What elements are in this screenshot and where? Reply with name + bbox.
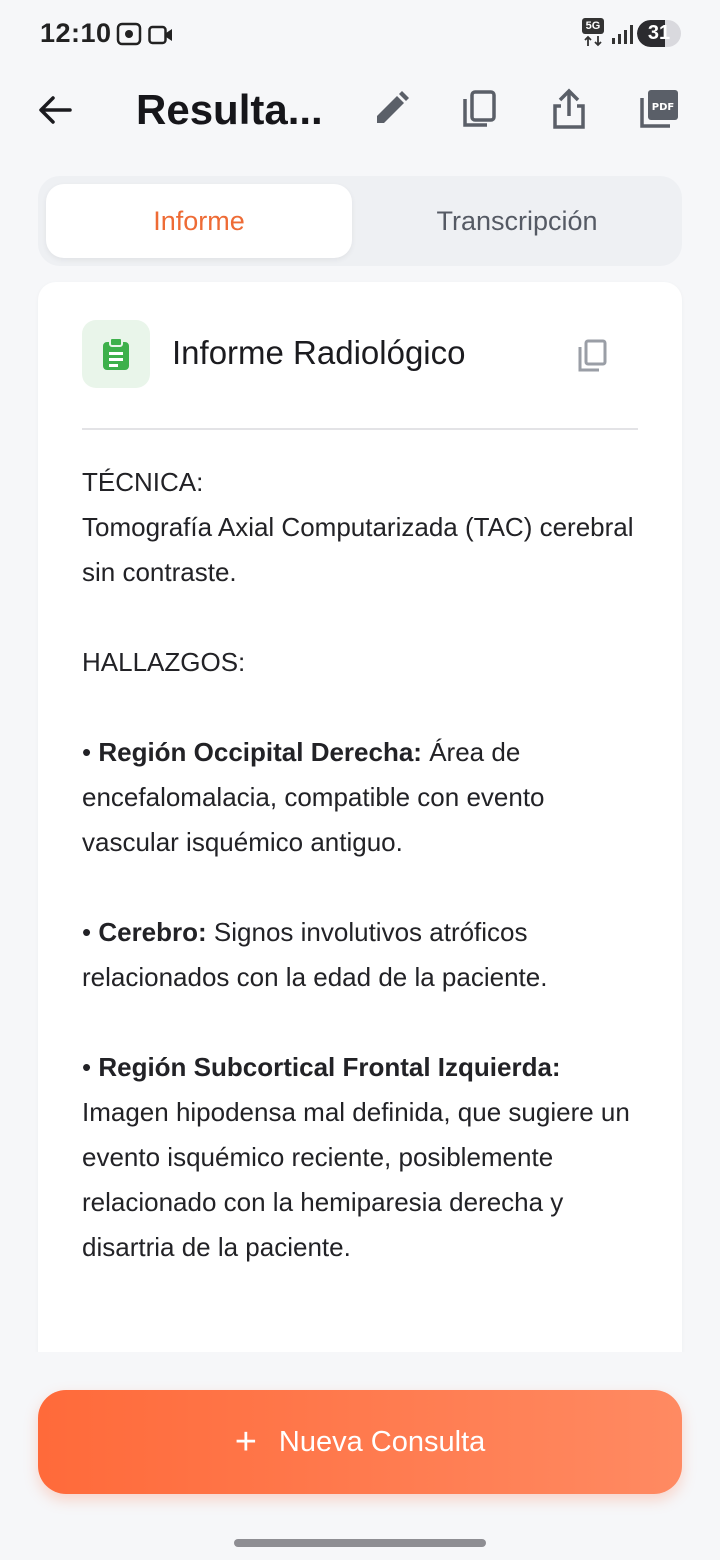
share-button[interactable] xyxy=(544,84,594,134)
copy-icon xyxy=(578,339,607,372)
pdf-icon: PDF xyxy=(640,90,678,128)
edit-pencil-icon xyxy=(377,91,409,123)
page-title: Resulta... xyxy=(136,86,323,133)
finding-item: • Región Occipital Derecha: Área de ence… xyxy=(82,737,545,857)
home-indicator[interactable] xyxy=(234,1539,486,1547)
battery-indicator: 31 xyxy=(637,20,681,47)
finding-label: Región Subcortical Frontal Izquierda: xyxy=(98,1052,561,1082)
app-header: Resulta... PDF xyxy=(0,70,720,160)
finding-item: • Cerebro: Signos involutivos atróficos … xyxy=(82,917,548,992)
hallazgos-heading: HALLAZGOS: xyxy=(82,647,246,677)
edit-button[interactable] xyxy=(366,84,416,134)
signal-icon xyxy=(612,25,633,44)
svg-text:PDF: PDF xyxy=(652,102,674,113)
copy-button[interactable] xyxy=(454,84,504,134)
status-time: 12:10 xyxy=(40,18,112,48)
status-bar: 12:10 5G 31 xyxy=(0,0,720,70)
screen-record-icon xyxy=(116,22,142,46)
network-5g-label: 5G xyxy=(582,18,604,34)
report-body: TÉCNICA: Tomografía Axial Computarizada … xyxy=(82,460,642,1270)
back-button[interactable] xyxy=(30,85,80,135)
new-consult-button[interactable]: + Nueva Consulta xyxy=(38,1390,682,1494)
back-arrow-icon xyxy=(39,96,72,124)
tab-transcripcion[interactable]: Transcripción xyxy=(360,184,674,258)
tab-informe[interactable]: Informe xyxy=(46,184,352,258)
finding-label: Región Occipital Derecha: xyxy=(98,737,422,767)
share-icon xyxy=(553,88,585,129)
copy-icon xyxy=(463,90,496,127)
tecnica-heading: TÉCNICA: xyxy=(82,467,204,497)
battery-level: 31 xyxy=(647,22,671,44)
tab-bar: Informe Transcripción xyxy=(38,176,682,266)
new-consult-label: Nueva Consulta xyxy=(278,1425,486,1458)
clipboard-icon xyxy=(103,337,129,370)
bottom-action-area: + Nueva Consulta xyxy=(0,1352,720,1560)
finding-text: Imagen hipodensa mal definida, que sugie… xyxy=(82,1097,630,1262)
card-divider xyxy=(82,428,638,430)
card-title: Informe Radiológico xyxy=(172,334,466,371)
card-copy-button[interactable] xyxy=(572,336,612,376)
tecnica-text: Tomografía Axial Computarizada (TAC) cer… xyxy=(82,512,634,587)
plus-icon: + xyxy=(234,1420,257,1463)
finding-item: • Región Subcortical Frontal Izquierda: … xyxy=(82,1052,630,1262)
report-card: Informe Radiológico TÉCNICA: Tomografía … xyxy=(38,282,682,1382)
pdf-export-button[interactable]: PDF xyxy=(634,84,684,134)
network-5g-icon: 5G xyxy=(582,18,604,48)
finding-label: Cerebro: xyxy=(98,917,207,947)
video-camera-icon xyxy=(148,25,172,45)
report-badge xyxy=(82,320,150,388)
